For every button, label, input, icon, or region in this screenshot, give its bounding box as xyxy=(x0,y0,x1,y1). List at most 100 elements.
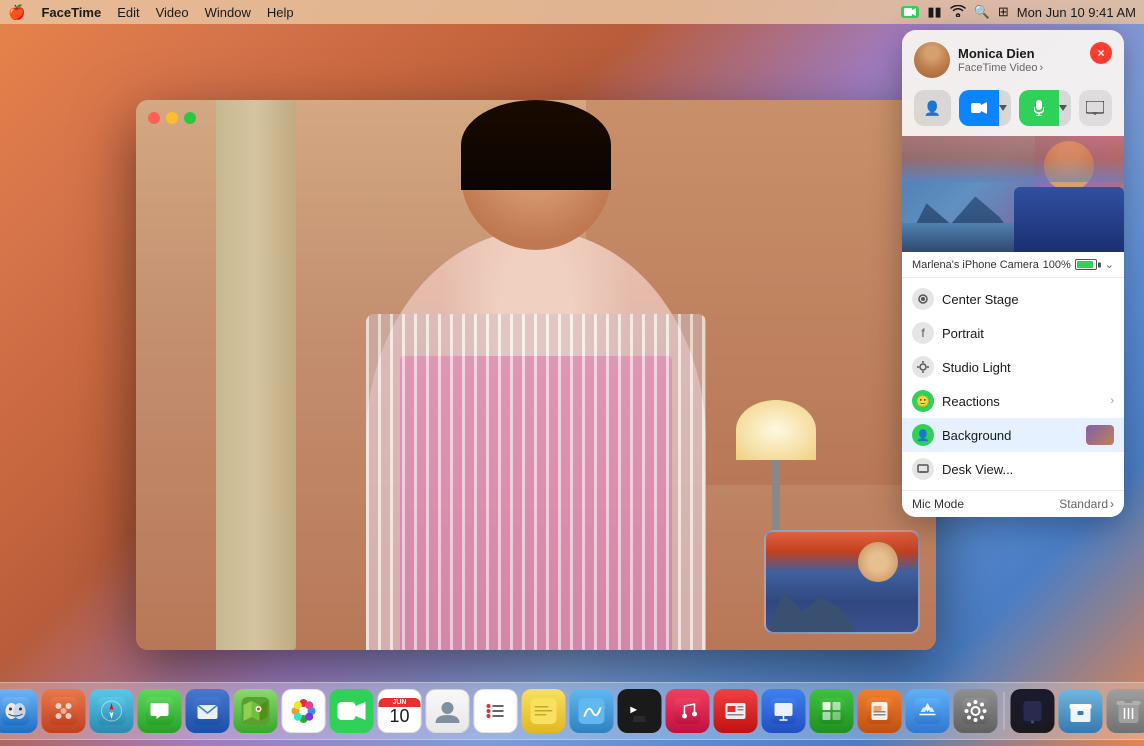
person-figure xyxy=(366,230,706,650)
dock-photos[interactable] xyxy=(282,689,326,733)
portrait-item[interactable]: f Portrait xyxy=(902,316,1124,350)
dock-contacts[interactable] xyxy=(426,689,470,733)
reactions-icon: 🙂 xyxy=(912,390,934,412)
keynote-icon xyxy=(771,698,797,724)
appstore-icon xyxy=(915,698,941,724)
self-view-person xyxy=(845,542,910,632)
dock-calendar[interactable]: JUN 10 xyxy=(378,689,422,733)
dock-launchpad[interactable] xyxy=(42,689,86,733)
dock-mail[interactable] xyxy=(186,689,230,733)
dock-appstore[interactable] xyxy=(906,689,950,733)
menu-video[interactable]: Video xyxy=(156,5,189,20)
mic-mode-text: Standard xyxy=(1059,497,1108,511)
pages-icon xyxy=(867,698,893,724)
freeform-icon xyxy=(579,698,605,724)
video-icon xyxy=(971,102,987,114)
news-icon xyxy=(723,698,749,724)
reactions-label: Reactions xyxy=(942,394,1102,409)
mic-toggle-button[interactable] xyxy=(1019,90,1059,126)
dock-pages[interactable] xyxy=(858,689,902,733)
self-view-body xyxy=(845,577,910,632)
self-view xyxy=(764,530,920,634)
dock: JUN 10 xyxy=(0,682,1144,740)
dock-trash[interactable] xyxy=(1107,689,1144,733)
curtain xyxy=(216,100,296,650)
search-icon[interactable]: 🔍 xyxy=(974,4,990,20)
dock-numbers[interactable] xyxy=(810,689,854,733)
dock-appletv[interactable]: ▶ xyxy=(618,689,662,733)
control-buttons-row: 👤 xyxy=(902,86,1124,136)
archive-icon xyxy=(1068,698,1094,724)
mic-mode-chevron-icon: › xyxy=(1110,497,1114,511)
mic-icon xyxy=(1034,100,1044,116)
dock-messages[interactable] xyxy=(138,689,182,733)
app-name[interactable]: FaceTime xyxy=(41,5,101,20)
dock-reminders[interactable] xyxy=(474,689,518,733)
dock-divider xyxy=(1004,692,1005,730)
camera-name: Marlena's iPhone Camera xyxy=(912,259,1039,271)
dock-notes[interactable] xyxy=(522,689,566,733)
close-panel-button[interactable]: × xyxy=(1090,42,1112,64)
dock-safari[interactable] xyxy=(90,689,134,733)
trash-icon xyxy=(1117,697,1141,725)
desk-view-label: Desk View... xyxy=(942,462,1114,477)
reactions-item[interactable]: 🙂 Reactions › xyxy=(902,384,1124,418)
menu-bar-left: 🍎 FaceTime Edit Video Window Help xyxy=(8,4,294,21)
menu-window[interactable]: Window xyxy=(205,5,251,20)
battery-percentage: 100% xyxy=(1043,259,1071,271)
caller-video xyxy=(286,130,786,650)
fullscreen-button[interactable] xyxy=(184,112,196,124)
hair xyxy=(461,100,611,190)
studio-light-icon xyxy=(912,356,934,378)
chevron-down-icon xyxy=(999,105,1007,111)
desk-view-item[interactable]: Desk View... xyxy=(902,452,1124,486)
portrait-label: Portrait xyxy=(942,326,1114,341)
background-item[interactable]: 👤 Background xyxy=(902,418,1124,452)
mute-audio-button[interactable]: 👤 xyxy=(914,90,951,126)
reactions-chevron-icon: › xyxy=(1110,395,1114,407)
control-center-icon[interactable]: ⊞ xyxy=(998,4,1009,20)
background-thumbnail xyxy=(1086,425,1114,445)
dock-music[interactable] xyxy=(666,689,710,733)
dock-freeform[interactable] xyxy=(570,689,614,733)
menu-bar-right: ▮▮ 🔍 ⊞ Mon Jun 10 9:41 AM xyxy=(901,4,1136,20)
dock-news[interactable] xyxy=(714,689,758,733)
iphone-icon xyxy=(1022,697,1044,725)
notes-icon xyxy=(531,698,557,724)
dock-iphone-mirroring[interactable] xyxy=(1011,689,1055,733)
numbers-icon xyxy=(819,698,845,724)
screen-share-button[interactable] xyxy=(1079,90,1112,126)
camera-chevron-icon[interactable]: ⌄ xyxy=(1105,258,1114,271)
dock-facetime[interactable] xyxy=(330,689,374,733)
contact-info: Monica Dien FaceTime Video › xyxy=(958,46,1112,74)
dock-system-settings[interactable] xyxy=(954,689,998,733)
video-button-group xyxy=(959,90,1011,126)
dock-finder[interactable] xyxy=(0,689,38,733)
control-panel: Monica Dien FaceTime Video › × 👤 xyxy=(902,30,1124,517)
chevron-down-icon xyxy=(1059,105,1067,111)
mic-mode-value: Standard › xyxy=(1059,497,1114,511)
safari-icon xyxy=(98,697,126,725)
close-button[interactable] xyxy=(148,112,160,124)
background-label: Background xyxy=(942,428,1078,443)
mic-mode-row[interactable]: Mic Mode Standard › xyxy=(902,490,1124,517)
menu-edit[interactable]: Edit xyxy=(117,5,139,20)
studio-light-label: Studio Light xyxy=(942,360,1114,375)
center-stage-item[interactable]: Center Stage xyxy=(902,282,1124,316)
dock-keynote[interactable] xyxy=(762,689,806,733)
video-toggle-button[interactable] xyxy=(959,90,999,126)
messages-icon xyxy=(146,697,174,725)
apple-menu[interactable]: 🍎 xyxy=(8,4,25,21)
battery-fill xyxy=(1077,261,1093,268)
dock-archive[interactable] xyxy=(1059,689,1103,733)
dock-maps[interactable] xyxy=(234,689,278,733)
menu-help[interactable]: Help xyxy=(267,5,294,20)
minimize-button[interactable] xyxy=(166,112,178,124)
launchpad-icon xyxy=(50,697,78,725)
battery-container: 100% ⌄ xyxy=(1043,258,1114,271)
contact-subtitle[interactable]: FaceTime Video › xyxy=(958,62,1112,74)
preview-sky xyxy=(902,136,1124,182)
studio-light-item[interactable]: Studio Light xyxy=(902,350,1124,384)
preview-lake xyxy=(902,223,1024,252)
self-view-background xyxy=(766,532,918,632)
